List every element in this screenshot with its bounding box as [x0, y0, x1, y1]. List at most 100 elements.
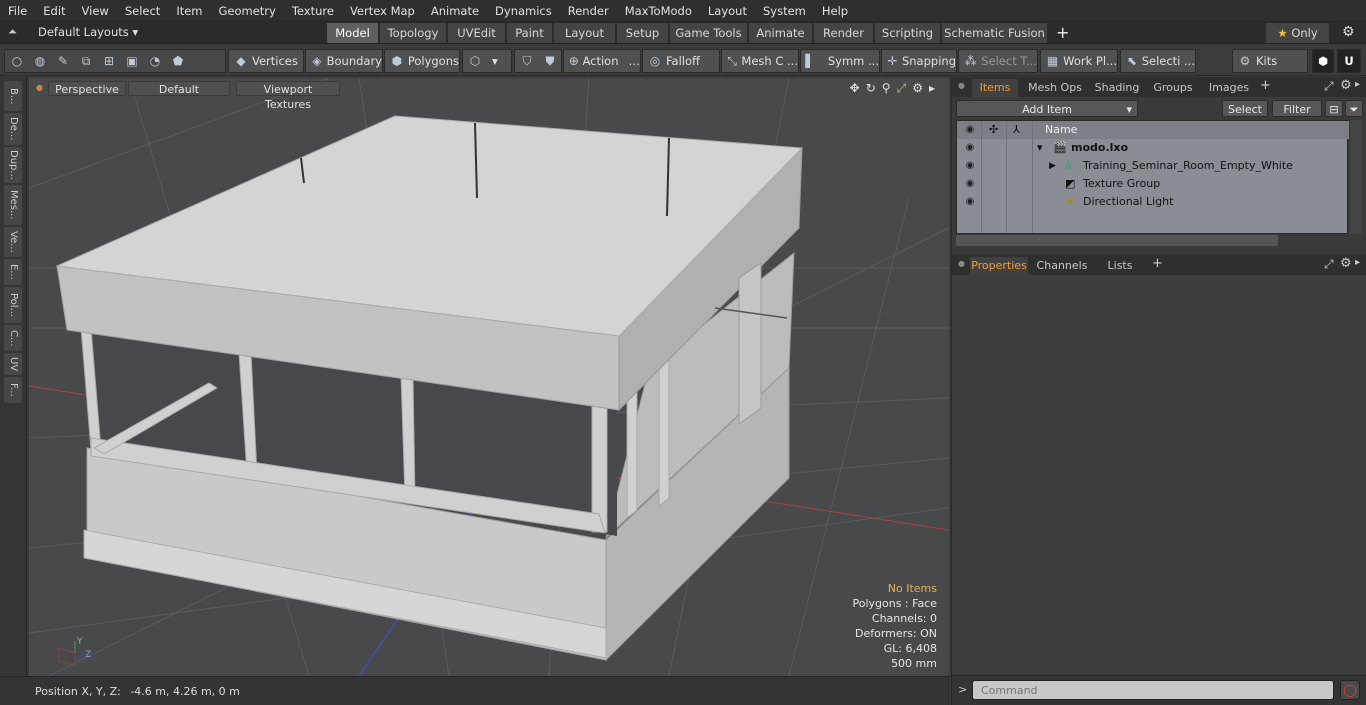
- layout-arrow-icon[interactable]: ⏶: [8, 25, 17, 39]
- 3d-viewport[interactable]: Y Z ● Perspective Default Viewport Textu…: [29, 78, 949, 676]
- kits-button[interactable]: ⚙ Kits: [1232, 49, 1308, 73]
- only-toggle[interactable]: ★ Only: [1266, 23, 1330, 43]
- left-tab-fusion[interactable]: F...: [4, 377, 22, 403]
- left-tab-edge[interactable]: E...: [4, 259, 22, 285]
- snap-box-icon[interactable]: ▣: [124, 54, 140, 68]
- item-mode-button[interactable]: ⬡ ▾: [462, 49, 512, 73]
- viewport-gear-icon[interactable]: ⚙: [912, 81, 923, 96]
- tab-schematic-fusion[interactable]: Schematic Fusion: [942, 23, 1048, 43]
- menu-layout[interactable]: Layout: [700, 0, 755, 22]
- pan-icon[interactable]: ✥: [850, 81, 860, 96]
- command-input[interactable]: [972, 680, 1334, 700]
- menu-vertex-map[interactable]: Vertex Map: [342, 0, 423, 22]
- funnel-button[interactable]: ⏷: [1345, 100, 1363, 117]
- add-tab-icon[interactable]: +: [1056, 23, 1069, 42]
- panel-gear-icon[interactable]: ⚙: [1340, 78, 1352, 93]
- item-list-scrollbar[interactable]: [1350, 120, 1362, 234]
- expand-icon[interactable]: ⤢: [1324, 79, 1334, 94]
- record-icon[interactable]: ◯: [1340, 680, 1360, 700]
- list-item-light[interactable]: ◉ ☀ Directional Light: [957, 193, 1349, 211]
- tab-render[interactable]: Render: [814, 23, 874, 43]
- action-button[interactable]: ⊕ Action…: [563, 49, 641, 73]
- left-tab-vertex[interactable]: Ve...: [4, 227, 22, 257]
- expand-icon[interactable]: ⤢: [1324, 257, 1334, 272]
- fit-icon[interactable]: ⤢: [897, 81, 907, 96]
- left-tab-duplicate[interactable]: Dup...: [4, 147, 22, 183]
- left-tab-basic[interactable]: B...: [4, 81, 22, 111]
- falloff-button[interactable]: ◎ Falloff: [642, 49, 720, 73]
- item-list-hscrollbar[interactable]: [956, 235, 1278, 246]
- eye-icon[interactable]: ◉: [963, 157, 977, 175]
- eye-icon[interactable]: ◉: [963, 193, 977, 211]
- panel-dot-icon[interactable]: ●: [958, 259, 965, 268]
- zoom-icon[interactable]: ⚲: [882, 81, 891, 96]
- left-tab-mesh-edit[interactable]: Mes...: [4, 185, 22, 225]
- tab-groups[interactable]: Groups: [1148, 79, 1198, 97]
- tab-game-tools[interactable]: Game Tools: [670, 23, 748, 43]
- eye-icon[interactable]: ◉: [963, 175, 977, 193]
- menu-render[interactable]: Render: [560, 0, 617, 22]
- add-panel-tab-icon[interactable]: +: [1152, 256, 1163, 271]
- unreal-button[interactable]: U: [1337, 49, 1361, 73]
- left-tab-polygon[interactable]: Pol...: [4, 287, 22, 323]
- add-panel-tab-icon[interactable]: +: [1260, 78, 1271, 93]
- menu-system[interactable]: System: [755, 0, 814, 22]
- eye-icon[interactable]: ◉: [963, 139, 977, 157]
- view-type-dropdown[interactable]: Perspective: [48, 81, 126, 96]
- tab-properties[interactable]: Properties: [970, 257, 1028, 275]
- symmetry-button[interactable]: ▌ Symm ...: [800, 49, 880, 73]
- globe-icon[interactable]: ◍: [32, 54, 48, 68]
- symmetry-tools-group[interactable]: ⛉ ⛊: [514, 49, 562, 73]
- tab-animate[interactable]: Animate: [749, 23, 813, 43]
- rotate-icon[interactable]: ↻: [866, 81, 876, 96]
- tab-paint[interactable]: Paint: [507, 23, 553, 43]
- menu-maxtomodo[interactable]: MaxToModo: [617, 0, 700, 22]
- left-tab-deform[interactable]: De...: [4, 113, 22, 145]
- viewport-scene[interactable]: [29, 78, 949, 676]
- collapse-button[interactable]: ⊟: [1325, 100, 1343, 117]
- snapping-button[interactable]: ✛ Snapping: [881, 49, 957, 73]
- tab-uvedit[interactable]: UVEdit: [448, 23, 506, 43]
- menu-animate[interactable]: Animate: [423, 0, 487, 22]
- list-item-texture-group[interactable]: ◉ ◩ Texture Group: [957, 175, 1349, 193]
- list-item-scene[interactable]: ◉ ▾ 🎬 modo.lxo: [957, 139, 1349, 157]
- left-tab-curve[interactable]: C...: [4, 325, 22, 351]
- circle-icon[interactable]: ○: [9, 54, 25, 68]
- list-item-mesh[interactable]: ◉ ▶ ⅄ Training_Seminar_Room_Empty_White: [957, 157, 1349, 175]
- boundary-button[interactable]: ◈ Boundary: [305, 49, 383, 73]
- menu-view[interactable]: View: [74, 0, 117, 22]
- shading-dropdown[interactable]: Default: [128, 81, 230, 96]
- gear-icon[interactable]: ⚙: [1342, 24, 1355, 40]
- panel-gear-icon[interactable]: ⚙: [1340, 256, 1352, 271]
- selection-sets-button[interactable]: ⬉ Selecti ...: [1120, 49, 1196, 73]
- select-through-button[interactable]: ⁂ Select T...: [958, 49, 1038, 73]
- expand-arrow-icon[interactable]: ▾: [1037, 139, 1043, 157]
- menu-file[interactable]: File: [0, 0, 35, 22]
- vertices-button[interactable]: ◆ Vertices: [228, 49, 304, 73]
- tab-scripting[interactable]: Scripting: [875, 23, 941, 43]
- tab-layout[interactable]: Layout: [554, 23, 616, 43]
- default-layouts-dropdown[interactable]: Default Layouts ▾: [38, 25, 138, 39]
- menu-edit[interactable]: Edit: [35, 0, 73, 22]
- dial-icon[interactable]: ◔: [147, 54, 163, 68]
- tab-images[interactable]: Images: [1204, 79, 1254, 97]
- left-tab-uv[interactable]: UV: [4, 353, 22, 375]
- tab-setup[interactable]: Setup: [617, 23, 669, 43]
- tab-items[interactable]: Items: [972, 79, 1018, 97]
- menu-dynamics[interactable]: Dynamics: [487, 0, 560, 22]
- panel-arrow-icon[interactable]: ▸: [1355, 79, 1360, 90]
- menu-item[interactable]: Item: [168, 0, 210, 22]
- building-model[interactable]: [55, 115, 804, 662]
- unity-button[interactable]: ⬢: [1312, 49, 1334, 73]
- menu-texture[interactable]: Texture: [284, 0, 342, 22]
- tab-mesh-ops[interactable]: Mesh Ops: [1024, 79, 1086, 97]
- tab-channels[interactable]: Channels: [1034, 257, 1090, 275]
- work-plane-button[interactable]: ▦ Work Pl...: [1040, 49, 1118, 73]
- tab-shading[interactable]: Shading: [1090, 79, 1144, 97]
- select-button[interactable]: Select: [1222, 100, 1268, 117]
- align-icon[interactable]: ⧉: [78, 54, 94, 69]
- mesh-constraint-button[interactable]: ⤡ Mesh C ...: [721, 49, 799, 73]
- center-icon[interactable]: ⊞: [101, 54, 117, 68]
- viewport-textures-dropdown[interactable]: Viewport Textures: [236, 81, 340, 111]
- viewport-arrow-icon[interactable]: ▸: [929, 81, 935, 96]
